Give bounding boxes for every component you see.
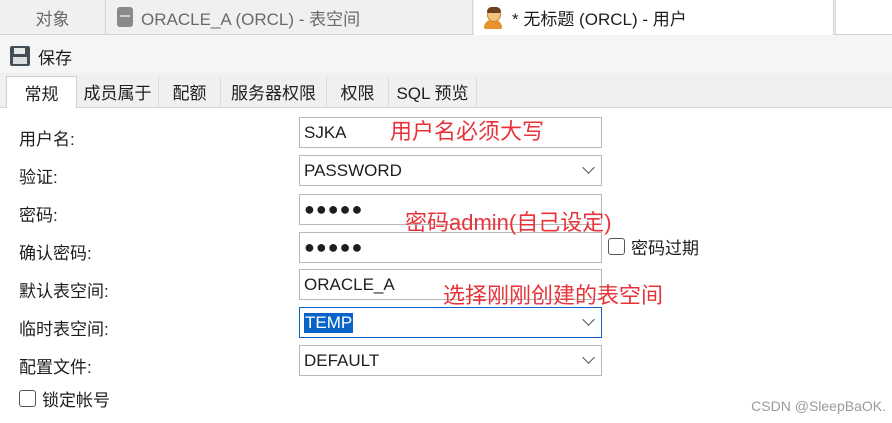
tablespace-annotation: 选择刚刚创建的表空间 (443, 283, 664, 308)
watermark: CSDN @SleepBaOK. (751, 398, 886, 414)
username-value: SJKA (304, 122, 347, 142)
tab-quota[interactable]: 配额 (159, 76, 221, 107)
tab-privileges[interactable]: 权限 (327, 76, 389, 107)
lock-account-label: 锁定帐号 (42, 391, 110, 410)
username-annotation: 用户名必须大写 (390, 119, 545, 144)
tab-sql-preview[interactable]: SQL 预览 (389, 76, 477, 107)
tab-user[interactable]: * 无标题 (ORCL) - 用户 (474, 0, 834, 35)
username-label: 用户名: (19, 130, 75, 149)
chevron-down-icon (582, 313, 595, 326)
tab-general[interactable]: 常规 (6, 76, 77, 108)
user-icon (482, 6, 504, 29)
default-tablespace-label: 默认表空间: (19, 282, 109, 301)
auth-select[interactable]: PASSWORD (299, 155, 602, 186)
save-label: 保存 (38, 48, 72, 68)
profile-label: 配置文件: (19, 358, 92, 377)
tab-empty (835, 0, 892, 34)
chevron-down-icon (582, 161, 595, 174)
chevron-down-icon (582, 351, 595, 364)
profile-select[interactable]: DEFAULT (299, 345, 602, 376)
password-annotation: 密码admin(自己设定) (405, 210, 612, 235)
temp-tablespace-value: TEMP (304, 312, 354, 333)
sub-tab-bar: 常规 成员属于 配额 服务器权限 权限 SQL 预览 (0, 73, 892, 108)
temp-tablespace-select[interactable]: TEMP (299, 307, 602, 338)
default-tablespace-value: ORACLE_A (304, 274, 395, 294)
auth-label: 验证: (19, 168, 58, 187)
checkbox-icon (608, 238, 625, 255)
auth-value: PASSWORD (304, 160, 402, 180)
toolbar: 保存 (0, 35, 892, 73)
password-expired-checkbox[interactable]: 密码过期 (608, 234, 699, 259)
confirm-password-value: ●●●●● (304, 237, 364, 257)
tablespace-icon (117, 7, 133, 27)
tab-member-of[interactable]: 成员属于 (77, 76, 159, 107)
lock-account-checkbox[interactable]: 锁定帐号 (19, 386, 110, 411)
window-tab-bar: 对象 ORACLE_A (ORCL) - 表空间 * 无标题 (ORCL) - … (0, 0, 892, 35)
password-value: ●●●●● (304, 199, 364, 219)
profile-value: DEFAULT (304, 350, 380, 370)
password-label: 密码: (19, 206, 58, 225)
general-form: 用户名: SJKA 验证: PASSWORD 密码: ●●●●● 确认密码: ●… (0, 108, 892, 423)
temp-tablespace-label: 临时表空间: (19, 320, 109, 339)
tab-tablespace-label: ORACLE_A (ORCL) - 表空间 (141, 9, 361, 29)
tab-user-label: * 无标题 (ORCL) - 用户 (512, 10, 687, 29)
save-button[interactable]: 保存 (10, 43, 72, 69)
save-icon (10, 46, 30, 66)
password-expired-label: 密码过期 (631, 239, 699, 258)
tab-objects[interactable]: 对象 (0, 0, 106, 34)
confirm-password-label: 确认密码: (19, 244, 92, 263)
checkbox-icon (19, 390, 36, 407)
tab-tablespace[interactable]: ORACLE_A (ORCL) - 表空间 (107, 0, 473, 34)
tab-server-privileges[interactable]: 服务器权限 (221, 76, 327, 107)
